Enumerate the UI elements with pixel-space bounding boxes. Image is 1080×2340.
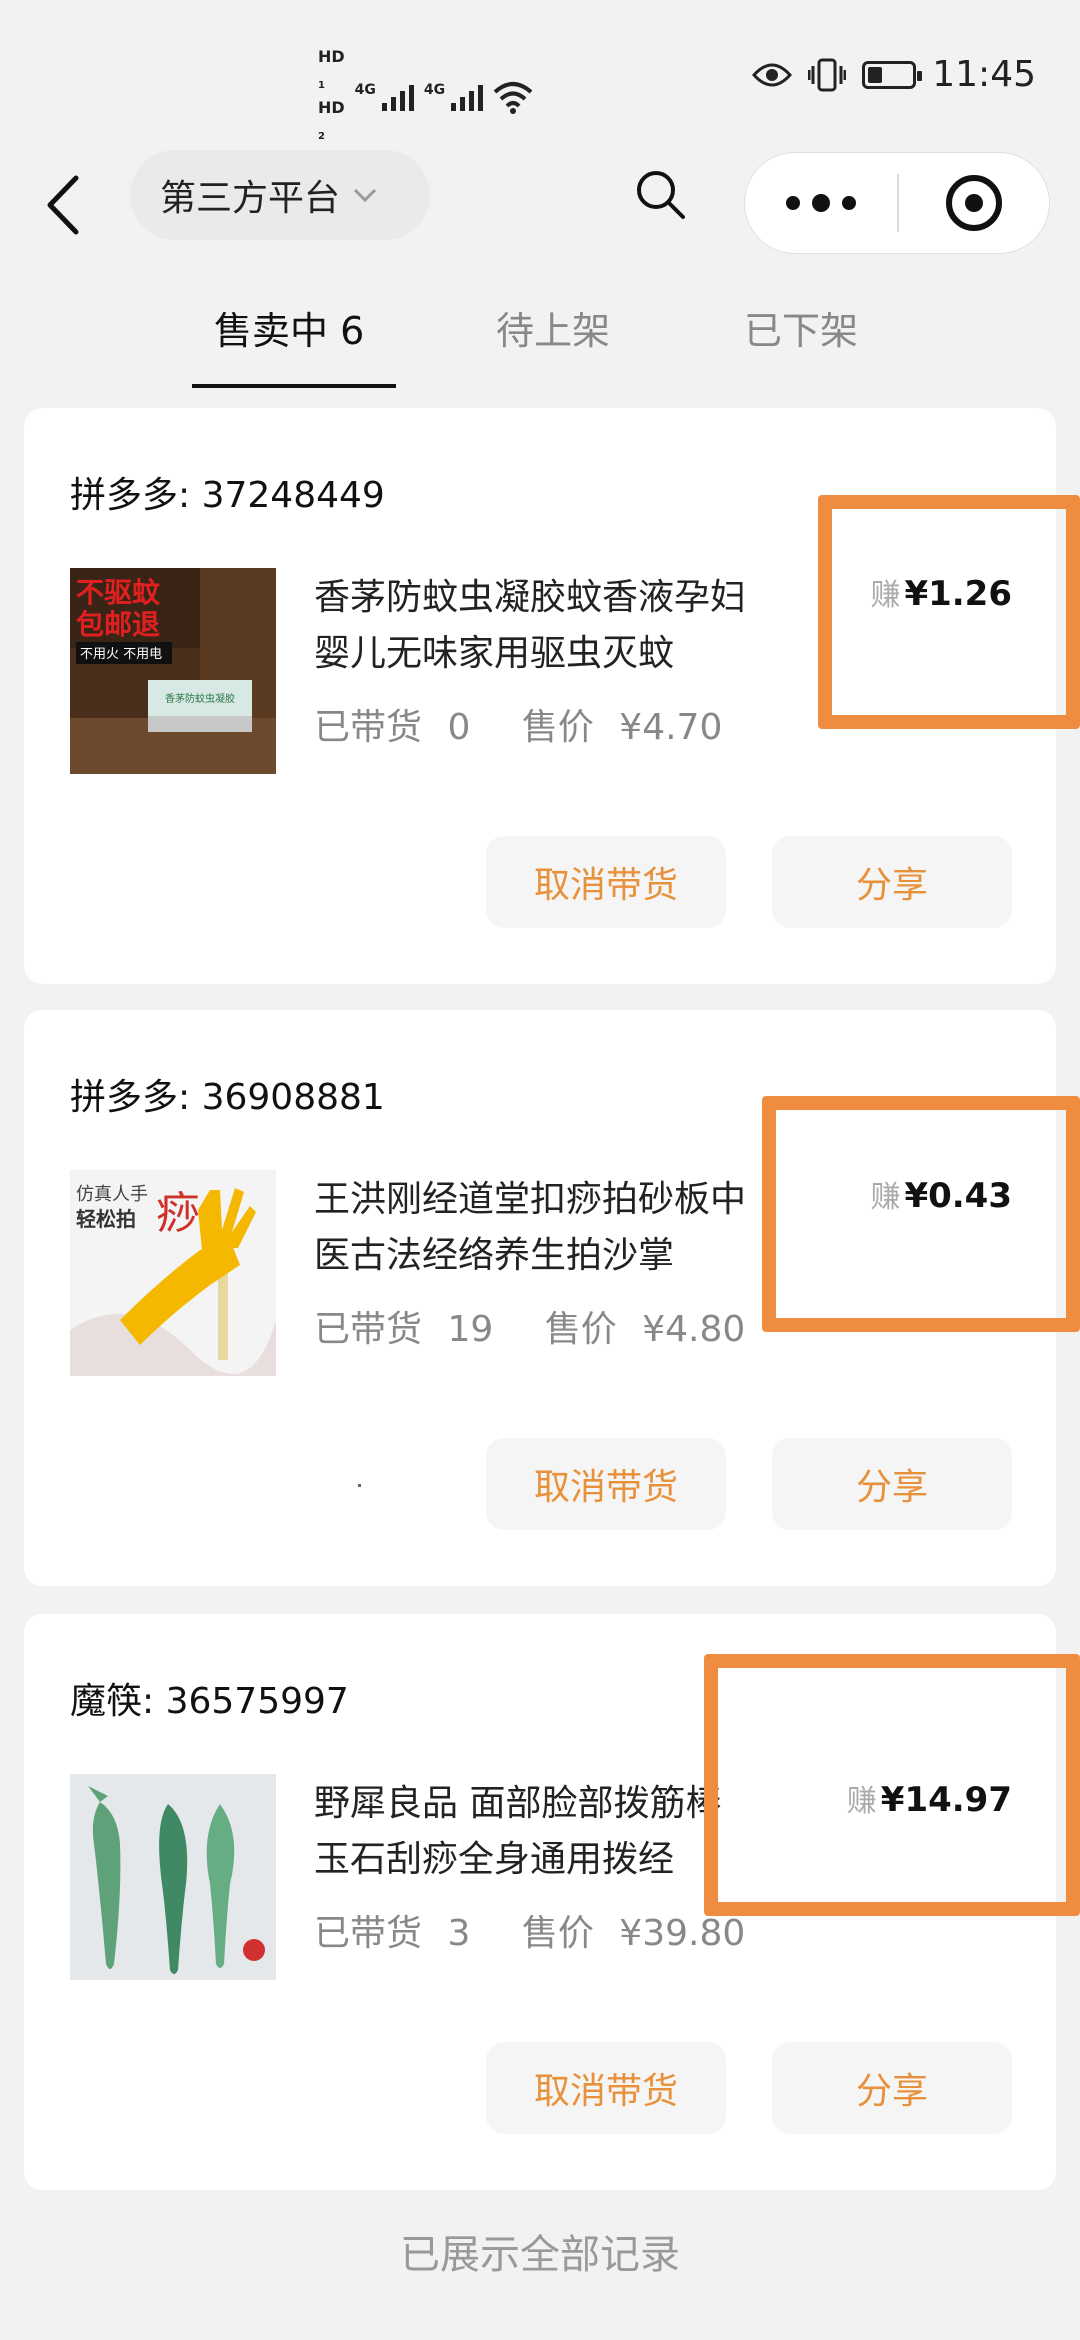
share-button[interactable]: 分享 [772,1438,1012,1530]
eye-icon [752,63,793,86]
chevron-down-icon [353,188,377,203]
product-image-caption: 香茅防蚊虫凝胶 [165,692,235,705]
more-icon[interactable] [745,194,897,212]
hd1-label: HD [318,47,345,66]
shop-id: 拼多多: 36908881 [70,1077,385,1118]
tab-pending[interactable]: 待上架 [496,300,610,355]
search-icon[interactable] [632,166,688,222]
status-left: HD 1 HD 2 4G 4G [318,46,533,148]
sold-count: 0 [447,707,471,748]
stray-dot [358,1484,361,1487]
battery-icon [862,60,923,89]
vibrate-icon [808,58,847,91]
product-image[interactable]: 仿真人手 轻松拍 痧 [70,1170,276,1376]
platform-selector[interactable]: 第三方平台 [130,150,430,240]
sold-count: 19 [447,1309,494,1350]
network-type-1: 4G [354,82,376,99]
product-image[interactable] [70,1774,276,1980]
share-button[interactable]: 分享 [772,2042,1012,2134]
sold-label: 已带货 [314,1309,423,1350]
product-image[interactable]: 香茅防蚊虫凝胶 不驱蚊 包邮退 不用火 不用电 [70,568,276,774]
price-value: ¥39.80 [619,1913,746,1954]
product-image-subhead: 轻松拍 [76,1207,136,1231]
product-image-symbol: 痧 [156,1188,200,1239]
nav-bar: 第三方平台 [0,140,1080,270]
product-image-headline: 仿真人手 [76,1184,148,1205]
shop-id: 魔筷: 36575997 [70,1681,349,1722]
status-right: 11:45 [752,54,1036,95]
tab-bar: 售卖中 6 待上架 已下架 [0,270,1080,390]
product-meta: 已带货 3 售价 ¥39.80 [314,1904,745,1956]
sold-label: 已带货 [314,707,423,748]
end-of-list-text: 已展示全部记录 [400,2232,680,2278]
price-value: ¥4.70 [619,707,723,748]
network-type-2: 4G [423,82,446,99]
target-icon [946,175,1002,231]
hd-indicator: HD 1 HD 2 [318,46,345,148]
earn-highlight-box [818,495,1080,729]
sold-label: 已带货 [314,1913,423,1954]
earn-highlight-box [704,1654,1080,1916]
sold-count: 3 [447,1913,471,1954]
cancel-promotion-button[interactable]: 取消带货 [486,836,726,928]
shop-id: 拼多多: 37248449 [70,475,385,516]
tab-active-underline [192,384,396,388]
price-label: 售价 [544,1309,617,1350]
price-label: 售价 [521,1913,594,1954]
product-image-tag: 不用火 不用电 [80,647,162,662]
miniapp-capsule [744,152,1050,254]
platform-label: 第三方平台 [160,178,341,219]
status-bar: HD 1 HD 2 4G 4G 11:45 [0,0,1080,142]
wifi-icon [493,82,533,115]
product-title[interactable]: 香茅防蚊虫凝胶蚊香液孕妇婴儿无味家用驱虫灭蚊 [314,570,754,682]
back-arrow-icon[interactable] [40,170,88,240]
product-title[interactable]: 王洪刚经道堂扣痧拍砂板中医古法经络养生拍沙掌 [314,1172,754,1284]
tab-delisted[interactable]: 已下架 [744,300,858,355]
signal-icon [381,83,414,112]
signal-icon-2 [451,83,484,112]
hd2-label: HD [318,98,345,118]
product-image-subhead: 包邮退 [76,608,160,641]
earn-highlight-box [762,1096,1080,1332]
cancel-promotion-button[interactable]: 取消带货 [486,2042,726,2134]
product-meta: 已带货 0 售价 ¥4.70 [314,698,722,750]
product-meta: 已带货 19 售价 ¥4.80 [314,1300,745,1352]
product-image-headline: 不驱蚊 [76,576,161,609]
price-label: 售价 [521,707,594,748]
price-value: ¥4.80 [642,1309,746,1350]
hd1-sub: 1 [318,80,325,92]
product-title[interactable]: 野犀良品 面部脸部拨筋棒玉石刮痧全身通用拨经 [314,1776,754,1888]
cancel-promotion-button[interactable]: 取消带货 [486,1438,726,1530]
clock: 11:45 [932,54,1036,95]
tab-selling[interactable]: 售卖中 6 [214,300,364,355]
share-button[interactable]: 分享 [772,836,1012,928]
close-miniapp-button[interactable] [899,175,1049,231]
